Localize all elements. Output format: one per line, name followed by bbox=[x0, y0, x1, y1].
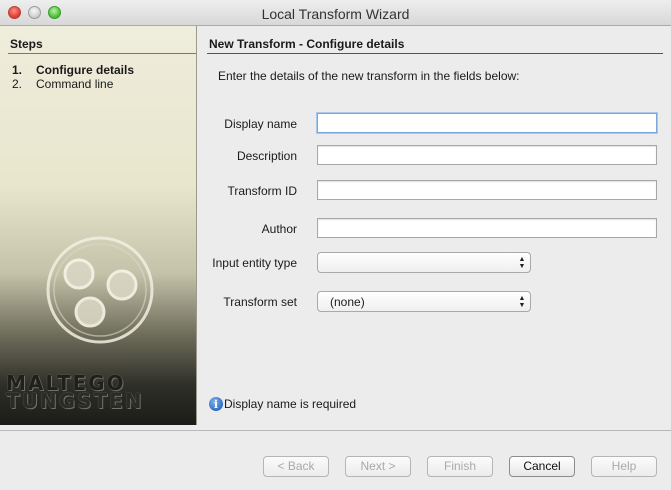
steps-divider bbox=[8, 53, 196, 54]
window-title: Local Transform Wizard bbox=[261, 6, 410, 22]
display-name-label: Display name bbox=[224, 117, 297, 131]
next-button[interactable]: Next > bbox=[345, 456, 411, 477]
help-button[interactable]: Help bbox=[591, 456, 657, 477]
cancel-button[interactable]: Cancel bbox=[509, 456, 575, 477]
description-field[interactable] bbox=[317, 145, 657, 165]
step-configure-details: 1. Configure details bbox=[12, 63, 134, 77]
brand-line-2: TUNGSTEN bbox=[6, 389, 144, 413]
transform-id-field[interactable] bbox=[317, 180, 657, 200]
display-name-field[interactable] bbox=[317, 113, 657, 133]
maltego-logo-emblem bbox=[46, 236, 154, 344]
select-arrows-icon: ▲ ▼ bbox=[518, 295, 526, 309]
title-bar: Local Transform Wizard bbox=[0, 0, 671, 26]
step-label: Command line bbox=[36, 77, 114, 91]
author-label: Author bbox=[261, 222, 297, 236]
validation-text: Display name is required bbox=[224, 397, 357, 411]
input-entity-type-label: Input entity type bbox=[212, 256, 297, 270]
steps-sidebar: Steps 1. Configure details 2. Command line… bbox=[0, 26, 197, 425]
input-entity-type-select[interactable]: ▲ ▼ bbox=[317, 252, 531, 273]
finish-button[interactable]: Finish bbox=[427, 456, 493, 477]
step-command-line: 2. Command line bbox=[12, 77, 113, 91]
transform-set-value: (none) bbox=[330, 295, 365, 309]
validation-message: i Display name is required bbox=[209, 397, 356, 411]
step-number: 2. bbox=[12, 77, 23, 91]
maltego-brand: MALTEGO TUNGSTEN bbox=[6, 373, 194, 413]
transform-set-label: Transform set bbox=[223, 295, 297, 309]
wizard-content: New Transform - Configure details Enter … bbox=[197, 26, 671, 425]
back-button[interactable]: < Back bbox=[263, 456, 329, 477]
transform-id-label: Transform ID bbox=[227, 184, 297, 198]
steps-heading: Steps bbox=[10, 37, 43, 51]
footer-divider bbox=[0, 430, 671, 431]
page-title: New Transform - Configure details bbox=[209, 37, 405, 51]
step-number: 1. bbox=[12, 63, 23, 77]
intro-text: Enter the details of the new transform i… bbox=[218, 69, 520, 83]
info-icon: i bbox=[209, 397, 223, 411]
description-label: Description bbox=[236, 149, 297, 163]
title-divider bbox=[207, 53, 663, 54]
step-label: Configure details bbox=[36, 63, 135, 77]
select-arrows-icon: ▲ ▼ bbox=[518, 256, 526, 270]
transform-set-select[interactable]: (none) ▲ ▼ bbox=[317, 291, 531, 312]
author-field[interactable] bbox=[317, 218, 657, 238]
